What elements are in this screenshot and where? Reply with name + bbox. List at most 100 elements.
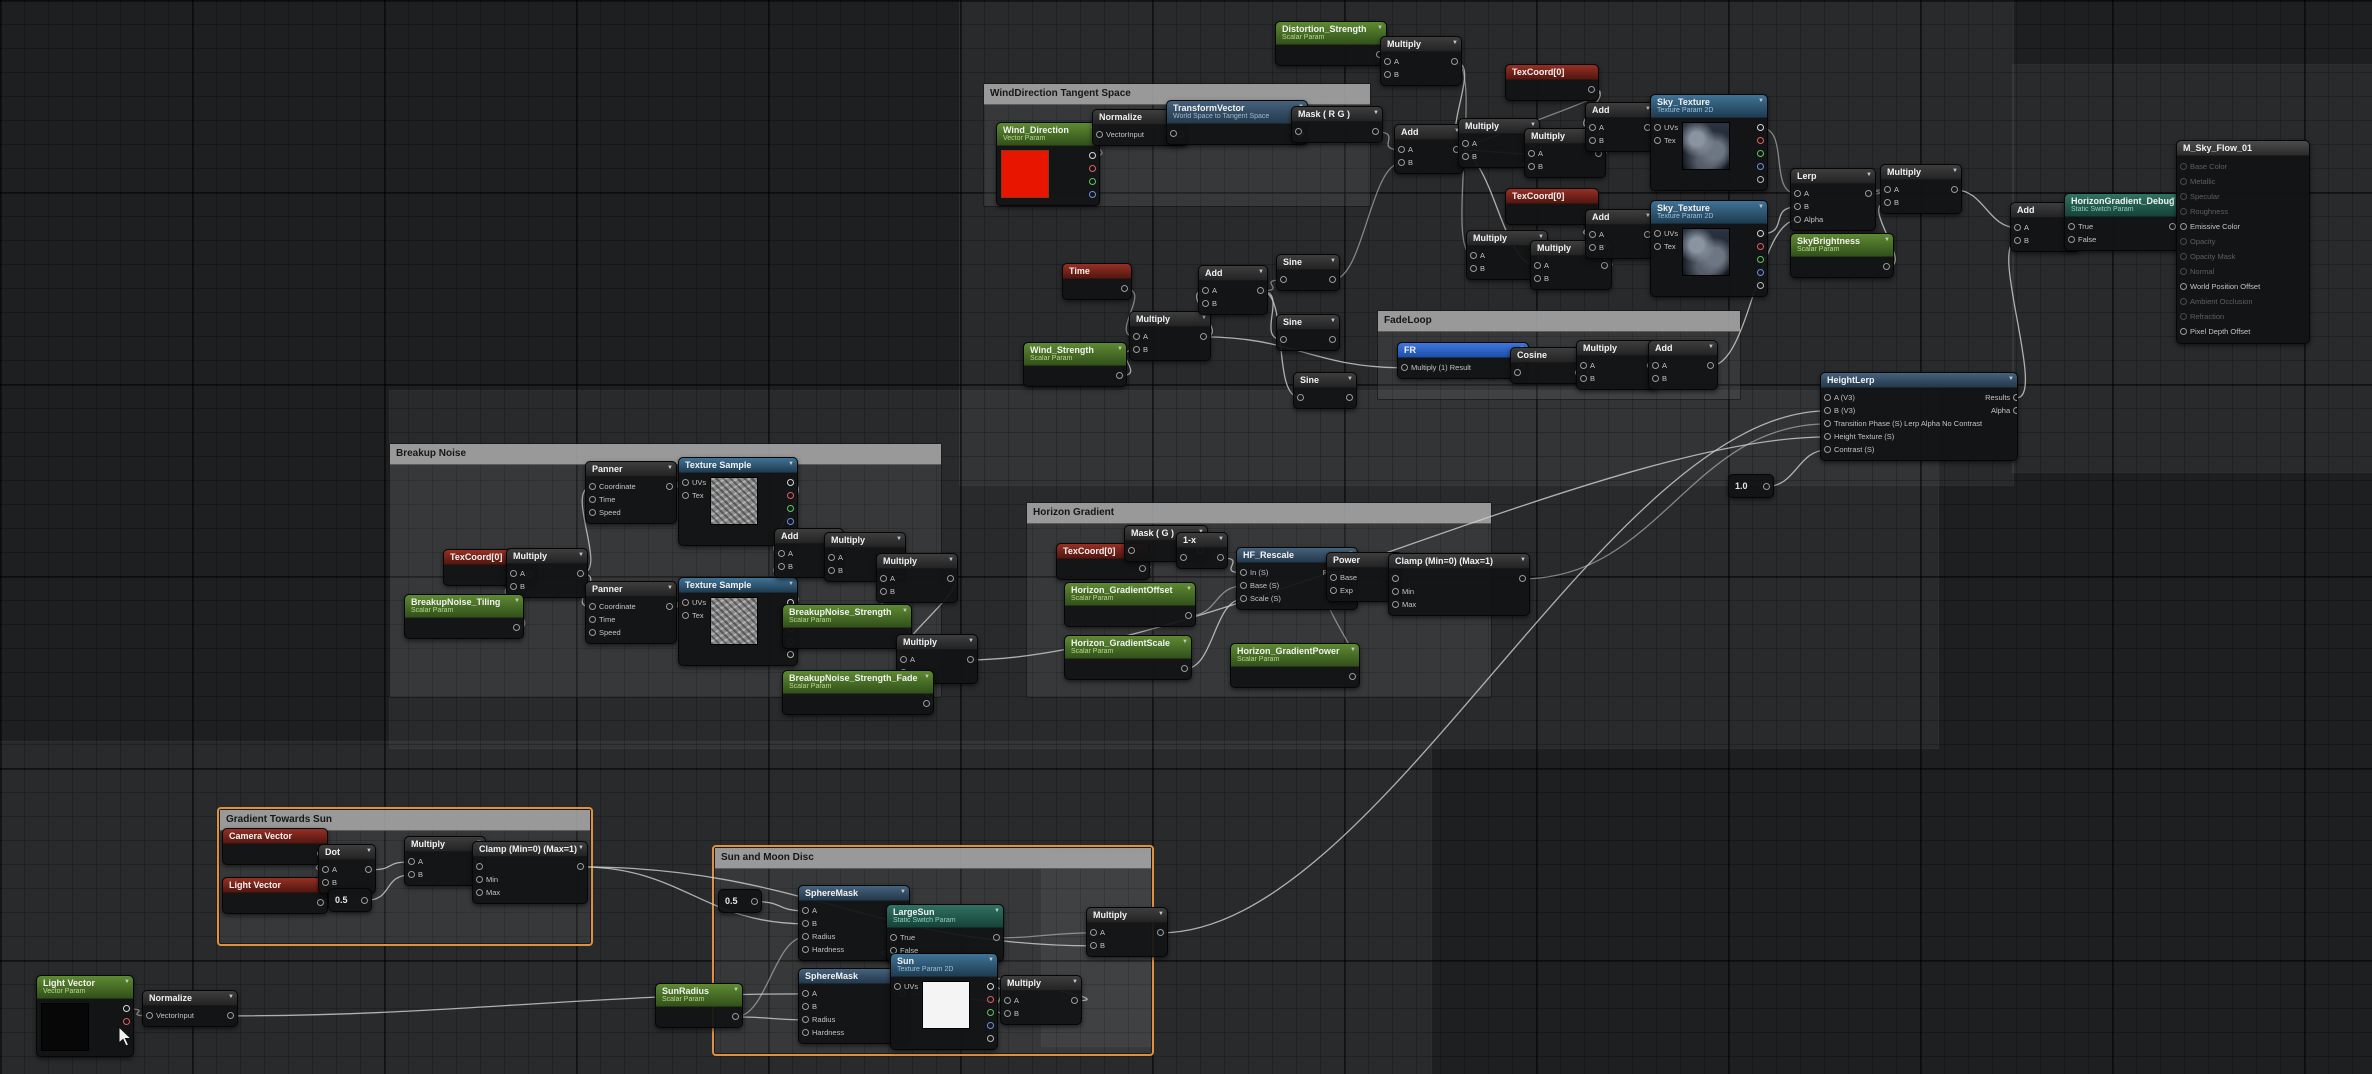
output-pin[interactable] [1951,183,1958,196]
output-pin[interactable] [1601,259,1608,272]
output-pin[interactable] [1757,134,1764,147]
output-pin-dot[interactable] [666,603,673,610]
output-pin-dot[interactable] [923,700,930,707]
output-pin-dot[interactable] [1757,230,1764,237]
input-pin[interactable]: In (S) [1240,566,1268,579]
input-pin-dot[interactable] [589,616,596,623]
input-pin[interactable]: Radius [802,1013,835,1026]
collapse-caret-icon[interactable]: ▼ [1452,40,1458,47]
input-pin[interactable]: Opacity Mask [2180,249,2235,264]
output-pin[interactable] [787,502,794,515]
input-pin-dot[interactable] [510,583,517,590]
input-pin-dot[interactable] [802,1016,809,1023]
input-pin[interactable]: UVs [682,476,706,489]
input-pin-dot[interactable] [408,871,415,878]
output-pin[interactable] [1757,266,1764,279]
output-pin-dot[interactable] [1121,285,1128,292]
input-pin-dot[interactable] [1824,446,1831,453]
input-pin-dot[interactable] [589,483,596,490]
input-pin[interactable]: A [1133,330,1148,343]
input-pin-dot[interactable] [1297,394,1304,401]
input-pin[interactable]: A [1202,284,1217,297]
comment-title[interactable]: Horizon Gradient [1027,503,1491,524]
input-pin[interactable]: A [828,551,843,564]
input-pin[interactable]: False [2068,233,2096,246]
node-hg_scale[interactable]: Horizon_GradientScaleScalar Param▼ [1064,635,1192,680]
input-pin[interactable]: Coordinate [589,480,636,493]
input-pin[interactable] [476,860,483,873]
input-pin-dot[interactable] [1090,929,1097,936]
input-pin[interactable]: A (V3) [1824,391,1855,404]
input-pin[interactable]: A [1398,143,1413,156]
output-pin-dot[interactable] [317,899,324,906]
output-pin[interactable] [987,980,994,993]
output-pin-dot[interactable] [1181,665,1188,672]
input-pin-dot[interactable] [778,563,785,570]
collapse-caret-icon[interactable]: ▼ [124,979,130,986]
output-pin[interactable] [513,621,520,634]
output-pin-dot[interactable] [1349,673,1356,680]
input-pin[interactable] [1280,333,1287,346]
node-pan2[interactable]: Panner▼CoordinateTimeSpeed [585,581,677,644]
output-pin[interactable] [1071,994,1078,1007]
collapse-caret-icon[interactable]: ▼ [902,608,908,615]
output-pin-dot[interactable] [1089,152,1096,159]
collapse-caret-icon[interactable]: ▼ [1182,639,1188,646]
input-pin-dot[interactable] [1580,375,1587,382]
input-pin[interactable]: A [408,855,423,868]
input-pin[interactable] [1180,551,1187,564]
output-pin[interactable] [1757,147,1764,160]
output-pin-dot[interactable] [1329,276,1336,283]
collapse-caret-icon[interactable]: ▼ [900,889,906,896]
input-pin[interactable]: B [778,560,793,573]
input-pin-dot[interactable] [1794,203,1801,210]
input-pin-dot[interactable] [2180,238,2187,245]
input-pin[interactable]: B [1133,343,1148,356]
output-pin[interactable] [1865,187,1872,200]
output-pin-dot[interactable] [577,863,584,870]
node-mul_top[interactable]: Multiply▼AB [1380,36,1462,86]
output-pin[interactable]: Alpha [1991,404,2018,417]
input-pin-dot[interactable] [1534,275,1541,282]
node-one0[interactable]: 1.0 [1728,474,1774,498]
output-pin[interactable] [666,600,673,613]
input-pin[interactable]: UVs [682,596,706,609]
input-pin[interactable]: A [510,567,525,580]
output-pin[interactable] [1757,121,1764,134]
input-pin[interactable]: Speed [589,626,621,639]
output-pin-dot[interactable] [947,575,954,582]
input-pin[interactable]: A [1794,187,1809,200]
input-pin[interactable]: B [828,564,843,577]
output-pin-dot[interactable] [1588,86,1595,93]
input-pin[interactable]: UVs [894,980,918,993]
input-pin-dot[interactable] [146,1012,153,1019]
input-pin-dot[interactable] [880,588,887,595]
output-pin[interactable] [1349,670,1356,683]
input-pin-dot[interactable] [1589,244,1596,251]
input-pin-dot[interactable] [476,876,483,883]
input-pin-dot[interactable] [1398,146,1405,153]
node-bn_str[interactable]: BreakupNoise_StrengthScalar Param▼ [782,604,912,649]
input-pin[interactable]: Contrast (S) [1824,443,1874,456]
node-lerp1[interactable]: Lerp▼ABAlpha [1790,168,1876,231]
input-pin-dot[interactable] [1534,262,1541,269]
node-ts2[interactable]: Texture Sample▼UVsTex [678,577,798,666]
input-pin[interactable]: Multiply (1) Result [1401,361,1471,374]
output-pin[interactable] [577,860,584,873]
input-pin[interactable] [1392,572,1399,585]
output-pin-dot[interactable] [987,1035,994,1042]
node-half1[interactable]: 0.5 [328,888,372,912]
input-pin-dot[interactable] [1884,186,1891,193]
collapse-caret-icon[interactable]: ▼ [1708,344,1714,351]
input-pin[interactable]: B [1534,272,1549,285]
input-pin[interactable]: A [1589,121,1604,134]
input-pin[interactable]: B [1090,939,1105,952]
output-pin[interactable] [1757,160,1764,173]
input-pin[interactable]: A [1884,183,1899,196]
collapse-caret-icon[interactable]: ▼ [1330,258,1336,265]
collapse-caret-icon[interactable]: ▼ [366,848,372,855]
input-pin[interactable]: B [510,580,525,593]
input-pin[interactable]: A [900,653,915,666]
input-pin[interactable]: Roughness [2180,204,2228,219]
input-pin-dot[interactable] [828,554,835,561]
